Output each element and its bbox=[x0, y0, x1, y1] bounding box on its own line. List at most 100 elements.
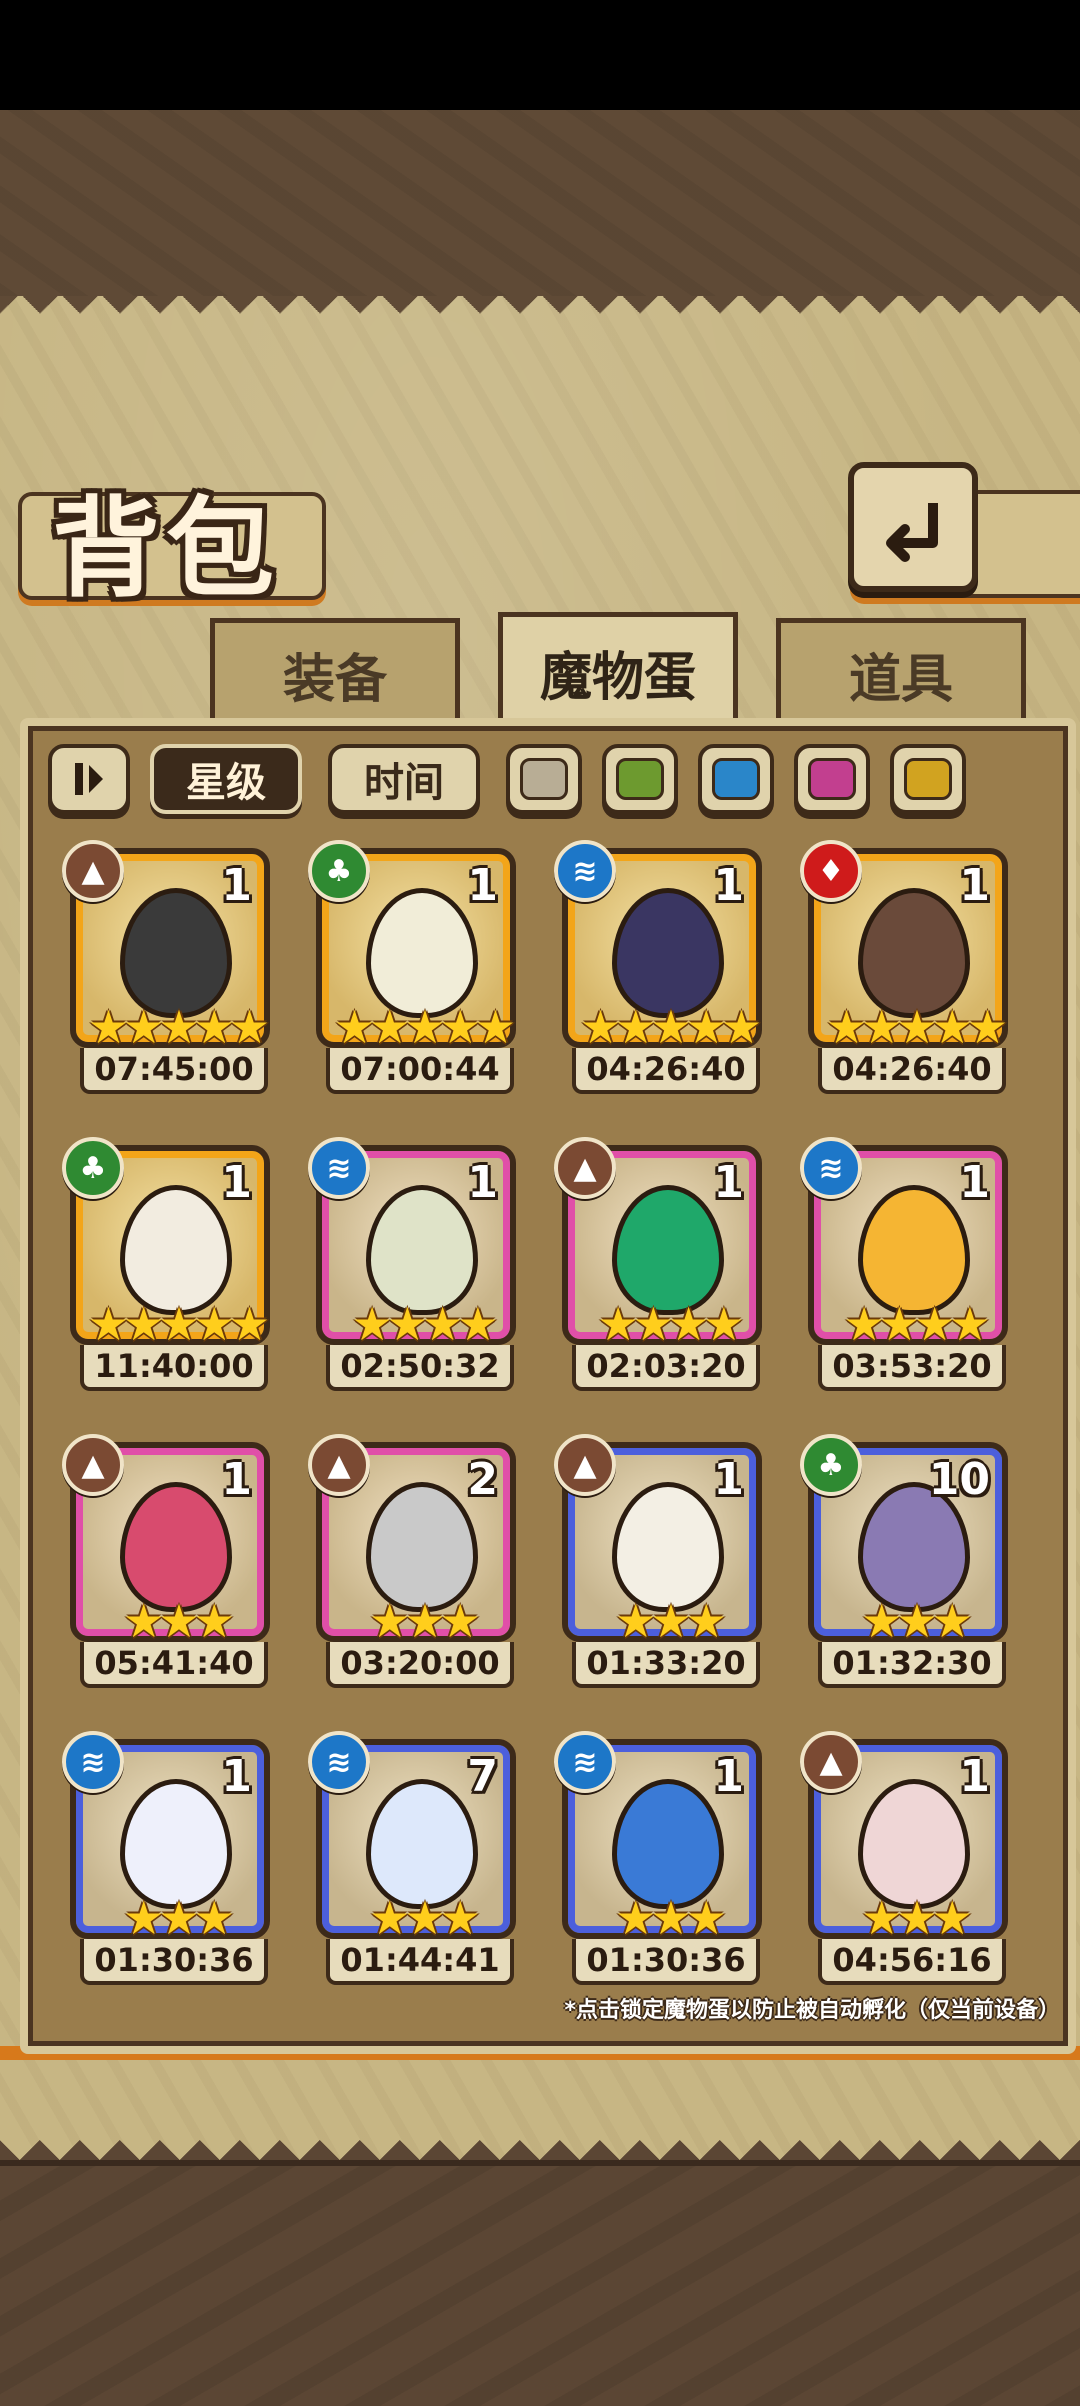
star-rating: ★★★★★ bbox=[87, 1297, 270, 1351]
color-chip bbox=[616, 758, 664, 800]
sort-order-toggle[interactable] bbox=[48, 744, 130, 814]
filter-gray-button[interactable] bbox=[506, 744, 582, 814]
hatch-timer: 02:50:32 bbox=[326, 1345, 514, 1391]
egg-icon bbox=[858, 888, 970, 1018]
egg-card[interactable]: 2 ★★★ ▲ 03:20:00 bbox=[308, 1434, 516, 1692]
hatch-timer: 01:30:36 bbox=[572, 1939, 760, 1985]
tab-items[interactable]: 道具 bbox=[776, 618, 1026, 725]
egg-icon bbox=[858, 1779, 970, 1909]
egg-icon bbox=[858, 1185, 970, 1315]
egg-card[interactable]: 7 ★★★ ≋ 01:44:41 bbox=[308, 1731, 516, 1989]
water-element-icon: ≋ bbox=[554, 840, 616, 902]
star-rating: ★★★ bbox=[615, 1891, 727, 1945]
status-bar bbox=[0, 0, 1080, 110]
star-rating: ★★★ bbox=[615, 1594, 727, 1648]
filter-green-button[interactable] bbox=[602, 744, 678, 814]
star-rating: ★★★ bbox=[123, 1594, 235, 1648]
filter-blue-button[interactable] bbox=[698, 744, 774, 814]
earth-element-icon: ▲ bbox=[62, 840, 124, 902]
grass-element-icon: ♣ bbox=[800, 1434, 862, 1496]
hatch-timer: 01:44:41 bbox=[326, 1939, 514, 1985]
torn-edge-bottom bbox=[0, 2120, 1080, 2160]
filter-yellow-button[interactable] bbox=[890, 744, 966, 814]
tab-label: 道具 bbox=[848, 649, 953, 710]
water-element-icon: ≋ bbox=[62, 1731, 124, 1793]
earth-element-icon: ▲ bbox=[308, 1434, 370, 1496]
color-chip bbox=[712, 758, 760, 800]
hatch-timer: 03:20:00 bbox=[326, 1642, 514, 1688]
hatch-timer: 07:00:44 bbox=[326, 1048, 514, 1094]
tab-monster-eggs[interactable]: 魔物蛋 bbox=[498, 612, 738, 727]
torn-edge-top bbox=[0, 296, 1080, 326]
egg-icon bbox=[366, 888, 478, 1018]
grass-element-icon: ♣ bbox=[62, 1137, 124, 1199]
egg-card[interactable]: 1 ★★★ ≋ 01:30:36 bbox=[554, 1731, 762, 1989]
egg-card[interactable]: 1 ★★★★★ ▲ 07:45:00 bbox=[62, 840, 270, 1098]
star-rating: ★★★ bbox=[861, 1594, 973, 1648]
hatch-timer: 01:30:36 bbox=[80, 1939, 268, 1985]
tab-equipment[interactable]: 装备 bbox=[210, 618, 460, 725]
egg-icon bbox=[120, 1185, 232, 1315]
egg-icon bbox=[366, 1779, 478, 1909]
egg-icon bbox=[612, 1482, 724, 1612]
map-banner-bottom bbox=[0, 2160, 1080, 2406]
auto-hatch-footnote: *点击锁定魔物蛋以防止被自动孵化（仅当前设备） bbox=[564, 1998, 1060, 2023]
egg-card[interactable]: 1 ★★★ ▲ 01:33:20 bbox=[554, 1434, 762, 1692]
egg-card[interactable]: 1 ★★★★ ≋ 02:50:32 bbox=[308, 1137, 516, 1395]
hatch-timer: 03:53:20 bbox=[818, 1345, 1006, 1391]
star-rating: ★★★★★ bbox=[87, 1000, 270, 1054]
egg-count: 1 bbox=[221, 1454, 252, 1505]
egg-card[interactable]: 1 ★★★★★ ♣ 11:40:00 bbox=[62, 1137, 270, 1395]
egg-icon bbox=[612, 1779, 724, 1909]
water-element-icon: ≋ bbox=[308, 1137, 370, 1199]
star-rating: ★★★★★ bbox=[579, 1000, 762, 1054]
egg-count: 1 bbox=[467, 860, 498, 911]
tab-label: 魔物蛋 bbox=[539, 647, 696, 708]
egg-card[interactable]: 1 ★★★ ▲ 04:56:16 bbox=[800, 1731, 1008, 1989]
hatch-timer: 07:45:00 bbox=[80, 1048, 268, 1094]
water-element-icon: ≋ bbox=[308, 1731, 370, 1793]
color-chip bbox=[904, 758, 952, 800]
egg-count: 2 bbox=[467, 1454, 498, 1505]
filter-pink-button[interactable] bbox=[794, 744, 870, 814]
hatch-timer: 04:56:16 bbox=[818, 1939, 1006, 1985]
hatch-timer: 04:26:40 bbox=[818, 1048, 1006, 1094]
grass-element-icon: ♣ bbox=[308, 840, 370, 902]
page-title: 背包 bbox=[52, 487, 281, 612]
egg-icon bbox=[612, 888, 724, 1018]
egg-card[interactable]: 1 ★★★★★ ♦ 04:26:40 bbox=[800, 840, 1008, 1098]
back-button[interactable] bbox=[848, 462, 978, 592]
egg-count: 1 bbox=[959, 860, 990, 911]
egg-card[interactable]: 1 ★★★★★ ♣ 07:00:44 bbox=[308, 840, 516, 1098]
egg-card[interactable]: 1 ★★★ ▲ 05:41:40 bbox=[62, 1434, 270, 1692]
egg-card[interactable]: 1 ★★★★ ≋ 03:53:20 bbox=[800, 1137, 1008, 1395]
hatch-timer: 01:33:20 bbox=[572, 1642, 760, 1688]
egg-card[interactable]: 1 ★★★★★ ≋ 04:26:40 bbox=[554, 840, 762, 1098]
hatch-timer: 01:32:30 bbox=[818, 1642, 1006, 1688]
egg-icon bbox=[366, 1482, 478, 1612]
category-tabs: 装备 魔物蛋 道具 bbox=[0, 612, 1080, 728]
star-rating: ★★★★★ bbox=[333, 1000, 516, 1054]
egg-icon bbox=[612, 1185, 724, 1315]
egg-card[interactable]: 10 ★★★ ♣ 01:32:30 bbox=[800, 1434, 1008, 1692]
egg-card[interactable]: 1 ★★★★ ▲ 02:03:20 bbox=[554, 1137, 762, 1395]
egg-count: 1 bbox=[713, 1157, 744, 1208]
color-chip bbox=[808, 758, 856, 800]
sort-by-star-button[interactable]: 星级 bbox=[150, 744, 302, 814]
egg-count: 1 bbox=[959, 1157, 990, 1208]
color-chip bbox=[520, 758, 568, 800]
star-rating: ★★★★ bbox=[843, 1297, 991, 1351]
star-rating: ★★★ bbox=[123, 1891, 235, 1945]
egg-count: 1 bbox=[221, 1157, 252, 1208]
earth-element-icon: ▲ bbox=[554, 1137, 616, 1199]
earth-element-icon: ▲ bbox=[62, 1434, 124, 1496]
water-element-icon: ≋ bbox=[554, 1731, 616, 1793]
star-rating: ★★★★★ bbox=[825, 1000, 1008, 1054]
return-arrow-icon bbox=[886, 503, 938, 562]
egg-count: 1 bbox=[221, 860, 252, 911]
sort-direction-icon bbox=[75, 763, 103, 795]
egg-card[interactable]: 1 ★★★ ≋ 01:30:36 bbox=[62, 1731, 270, 1989]
egg-count: 1 bbox=[713, 860, 744, 911]
sort-by-time-button[interactable]: 时间 bbox=[328, 744, 480, 814]
egg-count: 1 bbox=[713, 1751, 744, 1802]
